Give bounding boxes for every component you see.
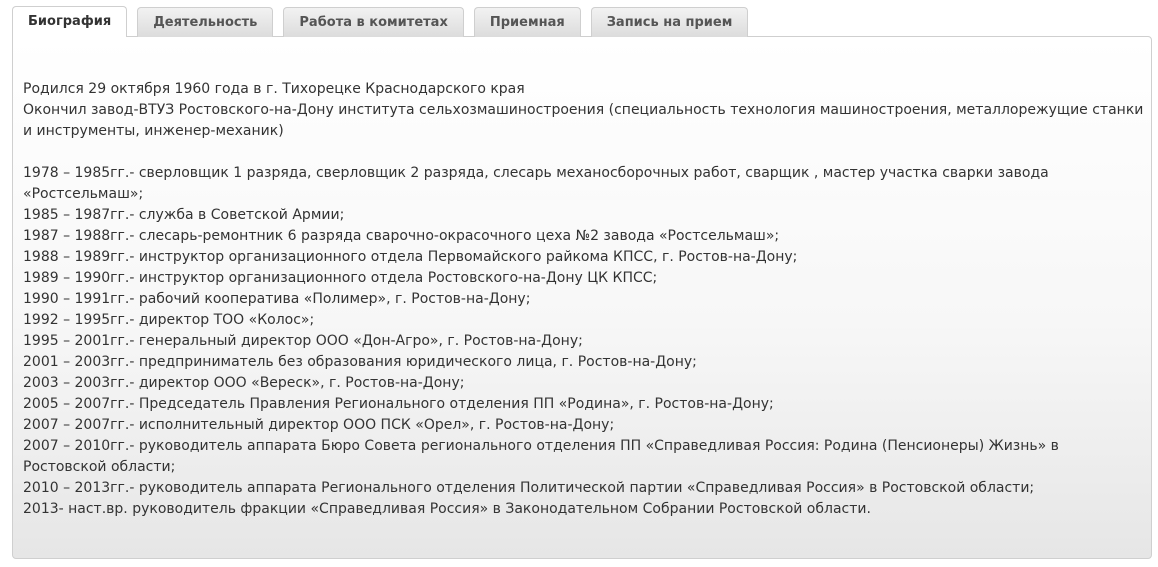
tab-biography[interactable]: Биография	[12, 6, 128, 37]
biography-panel: Родился 29 октября 1960 года в г. Тихоре…	[12, 36, 1152, 559]
bio-education: Окончил завод-ВТУЗ Ростовского-на-Дону и…	[23, 102, 1144, 139]
tab-appointment[interactable]: Запись на прием	[590, 7, 749, 37]
tab-bar: Биография Деятельность Работа в комитета…	[12, 6, 1152, 37]
tab-activity[interactable]: Деятельность	[137, 7, 274, 37]
career-entry: 1992 – 1995гг.- директор ТОО «Колос»;	[23, 312, 315, 328]
career-entry: 1995 – 2001гг.- генеральный директор ООО…	[23, 333, 583, 349]
career-entry: 1989 – 1990гг.- инструктор организационн…	[23, 270, 658, 286]
career-entry: 2001 – 2003гг.- предприниматель без обра…	[23, 354, 697, 370]
career-entry: 2010 – 2013гг.- руководитель аппарата Ре…	[23, 480, 1035, 496]
tab-committees[interactable]: Работа в комитетах	[283, 7, 464, 37]
career-entry: 2013- наст.вр. руководитель фракции «Спр…	[23, 501, 871, 517]
biography-widget: Биография Деятельность Работа в комитета…	[12, 6, 1152, 559]
bio-born: Родился 29 октября 1960 года в г. Тихоре…	[23, 81, 525, 97]
career-entry: 1978 – 1985гг.- сверловщик 1 разряда, св…	[23, 165, 1049, 202]
career-entry: 2007 – 2010гг.- руководитель аппарата Бю…	[23, 438, 1059, 475]
career-entry: 1985 – 1987гг.- служба в Советской Армии…	[23, 207, 345, 223]
career-entry: 1987 – 1988гг.- слесарь-ремонтник 6 разр…	[23, 228, 780, 244]
career-entry: 2003 – 2003гг.- директор ООО «Вереск», г…	[23, 375, 465, 391]
career-entry: 1990 – 1991гг.- рабочий кооператива «Пол…	[23, 291, 531, 307]
career-entry: 1988 – 1989гг.- инструктор организационн…	[23, 249, 798, 265]
tab-reception[interactable]: Приемная	[473, 7, 581, 37]
career-entry: 2005 – 2007гг.- Председатель Правления Р…	[23, 396, 774, 412]
career-entry: 2007 – 2007гг.- исполнительный директор …	[23, 417, 615, 433]
